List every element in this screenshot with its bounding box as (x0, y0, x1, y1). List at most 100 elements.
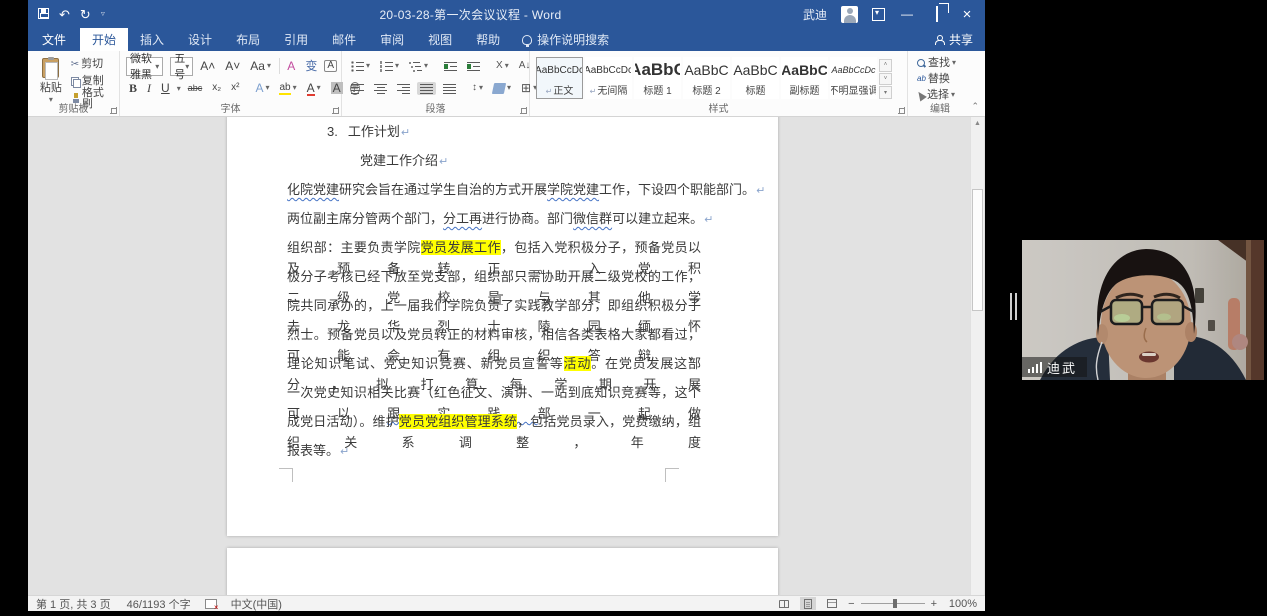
cut-button[interactable]: ✂剪切 (68, 57, 115, 72)
save-icon[interactable] (38, 8, 49, 21)
character-border-button[interactable]: A (324, 60, 337, 72)
document-line-8[interactable]: 烈士。预备党员以及党员转正的材料审核，相信各类表格大家都看过，可能会有组织答辩、 (287, 324, 701, 353)
phonetic-guide-button[interactable]: 变 (302, 59, 320, 73)
clipboard-dialog-launcher[interactable] (110, 107, 117, 114)
zoom-in-button[interactable]: + (931, 598, 937, 610)
document-line-3[interactable]: 化院党建研究会旨在通过学生自治的方式开展学院党建工作，下设四个职能部门。↵ (287, 179, 701, 208)
styles-dialog-launcher[interactable] (898, 107, 905, 114)
word-count[interactable]: 46/1193 个字 (119, 596, 199, 612)
account-name[interactable]: 武迪 (803, 6, 827, 23)
account-avatar[interactable] (841, 6, 858, 23)
tab-6[interactable]: 邮件 (320, 28, 368, 51)
tab-5[interactable]: 引用 (272, 28, 320, 51)
text-effects-button[interactable]: A▾ (252, 81, 272, 95)
paragraph-dialog-launcher[interactable] (520, 107, 527, 114)
shading-button[interactable]: ▾ (490, 82, 514, 95)
undo-icon[interactable]: ↶ (59, 8, 70, 21)
print-layout-button[interactable] (800, 597, 816, 610)
superscript-button[interactable]: x² (228, 82, 242, 94)
style-item-2[interactable]: AaBbC标题 1 (634, 57, 681, 99)
document-line-11[interactable]: 成党日活动）。维护党员党组织管理系统，包括党员录入，党费缴纳，组织关系调整，年度 (287, 411, 701, 440)
font-color-button[interactable]: A▾ (304, 81, 324, 95)
shrink-font-button[interactable]: A˅ (222, 59, 243, 73)
document-page-1[interactable]: 3.工作计划↵党建工作介绍↵化院党建研究会旨在通过学生自治的方式开展学院党建工作… (227, 117, 778, 536)
bullets-button[interactable]: ▾ (348, 60, 373, 73)
asian-layout-button[interactable]: X▾ (493, 60, 512, 72)
font-size-combo[interactable]: 五号▾ (170, 57, 193, 76)
change-case-button[interactable]: Aa▾ (247, 59, 274, 73)
collapse-ribbon-icon[interactable]: ⌃ (971, 101, 979, 112)
scroll-up-icon[interactable]: ▲ (971, 117, 984, 131)
align-center-button[interactable] (371, 82, 390, 95)
style-item-1[interactable]: AaBbCcDc↵无间隔 (585, 57, 632, 99)
distribute-button[interactable] (440, 82, 459, 95)
style-gallery-more-icon[interactable]: ▾ (879, 86, 892, 99)
font-name-combo[interactable]: 微软雅黑▾ (126, 57, 163, 76)
zoom-out-button[interactable]: − (848, 598, 854, 610)
tab-4[interactable]: 布局 (224, 28, 272, 51)
video-panel-handle[interactable] (1010, 293, 1018, 320)
tab-3[interactable]: 设计 (176, 28, 224, 51)
tab-file[interactable]: 文件 (28, 28, 80, 51)
grow-font-button[interactable]: A˄ (197, 59, 218, 73)
document-line-1[interactable]: 3.工作计划↵ (287, 121, 701, 150)
tab-9[interactable]: 帮助 (464, 28, 512, 51)
style-item-0[interactable]: AaBbCcDc↵正文 (536, 57, 583, 99)
style-item-5[interactable]: AaBbC副标题 (781, 57, 828, 99)
tab-2[interactable]: 插入 (128, 28, 176, 51)
font-dialog-launcher[interactable] (332, 107, 339, 114)
style-item-4[interactable]: AaBbC标题 (732, 57, 779, 99)
text-highlight-button[interactable]: ab▾ (276, 82, 299, 94)
underline-button[interactable]: U (158, 81, 173, 95)
zoom-slider[interactable] (861, 603, 925, 604)
document-line-5[interactable]: 组织部：主要负责学院党员发展工作，包括入党积极分子，预备党员以及预备转正。入党积 (287, 237, 701, 266)
zoom-level[interactable]: 100% (945, 598, 977, 610)
replace-button[interactable]: ab替换 (914, 72, 953, 87)
document-line-7[interactable]: 院共同承办的，上一届我们学院负责了实践教学部分，即组织积极分子去龙华烈士陵园缅怀 (287, 295, 701, 324)
bold-button[interactable]: B (126, 81, 140, 95)
document-line-6[interactable]: 极分子考核已经下放至党支部，组织部只需协助开展二级党校的工作，二级党校是与其他学 (287, 266, 701, 295)
style-scroll-down-icon[interactable]: ˅ (879, 73, 892, 86)
document-line-10[interactable]: 一次党史知识相关比赛（红色征文、演讲、一站到底知识竞赛等，这个可以跟实践部一起做 (287, 382, 701, 411)
align-left-button[interactable] (348, 82, 367, 95)
style-item-3[interactable]: AaBbC标题 2 (683, 57, 730, 99)
web-layout-button[interactable] (824, 597, 840, 610)
page-indicator[interactable]: 第 1 页, 共 3 页 (28, 596, 119, 612)
increase-indent-button[interactable] (464, 60, 483, 73)
qat-customize-icon[interactable]: ▿ (101, 10, 105, 18)
minimize-button[interactable]: — (899, 7, 915, 21)
decrease-indent-button[interactable] (441, 60, 460, 73)
document-line-9[interactable]: 理论知识笔试、党史知识竞赛、新党员宣誓等活动。在党员发展这部分，拟打算每学期开展 (287, 353, 701, 382)
tab-1[interactable]: 开始 (80, 28, 128, 51)
document-line-4[interactable]: 两位副主席分管两个部门，分工再进行协商。部门微信群可以建立起来。↵ (287, 208, 701, 237)
multilevel-list-button[interactable]: ▾ (406, 60, 431, 73)
scrollbar-thumb[interactable] (972, 189, 983, 311)
redo-icon[interactable]: ↻ (80, 8, 91, 21)
italic-button[interactable]: I (144, 81, 154, 95)
vertical-scrollbar[interactable]: ▲ (970, 117, 984, 595)
share-button[interactable]: 共享 (923, 28, 985, 51)
restore-button[interactable] (929, 7, 945, 21)
numbering-button[interactable]: ▾ (377, 60, 402, 73)
style-item-6[interactable]: AaBbCcDc不明显强调 (830, 57, 877, 99)
read-mode-button[interactable] (776, 597, 792, 610)
tab-8[interactable]: 视图 (416, 28, 464, 51)
ribbon-display-options-icon[interactable] (872, 8, 885, 21)
proofing-errors-icon[interactable] (205, 599, 217, 609)
justify-button[interactable] (417, 82, 436, 95)
language-indicator[interactable]: 中文(中国) (223, 596, 290, 612)
subscript-button[interactable]: x₂ (209, 82, 224, 94)
find-button[interactable]: 查找▾ (914, 56, 959, 71)
tab-7[interactable]: 审阅 (368, 28, 416, 51)
style-scroll-up-icon[interactable]: ˄ (879, 59, 892, 72)
tell-me-box[interactable]: 操作说明搜索 (512, 28, 619, 51)
webcam-video[interactable]: 迪武 (1022, 240, 1264, 380)
paste-button[interactable]: 粘贴 ▾ (34, 55, 68, 105)
close-button[interactable]: × (959, 6, 975, 23)
align-right-button[interactable] (394, 82, 413, 95)
line-spacing-button[interactable]: ↕▾ (469, 82, 486, 94)
document-line-2[interactable]: 党建工作介绍↵ (287, 150, 701, 179)
chevron-down-icon[interactable]: ▾ (177, 84, 181, 93)
clear-formatting-button[interactable]: A (284, 59, 298, 73)
strikethrough-button[interactable]: abc (185, 83, 206, 94)
